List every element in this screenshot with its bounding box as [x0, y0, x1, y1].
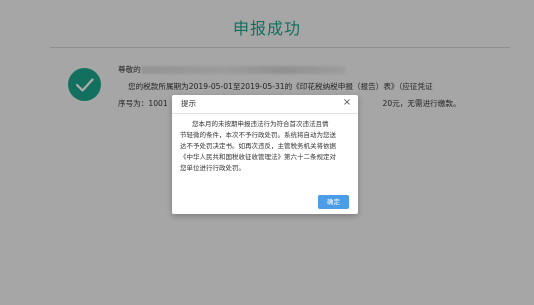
dialog-body-line: 达不予处罚决定书。如再次违反，主管税务机关将依据 — [180, 142, 336, 150]
dialog-body-line: 节轻微的条件，本次不予行政处罚。系统将自动为您送 — [180, 131, 336, 139]
dialog-body-line: 《中华人民共和国税收征收管理法》第六十二条规定对 — [180, 153, 336, 161]
dialog-body-line: 您单位进行行政处罚。 — [180, 164, 245, 172]
confirm-button[interactable]: 确定 — [318, 195, 349, 209]
dialog-title: 提示 — [181, 99, 196, 108]
dialog-body-line: 您本月的未按期申报违法行为符合首次违法且情 — [192, 120, 329, 128]
close-icon[interactable]: × — [340, 96, 354, 110]
dialog-header: 提示 × — [172, 95, 358, 114]
prompt-dialog: 提示 × 您本月的未按期申报违法行为符合首次违法且情 节轻微的条件，本次不予行政… — [172, 95, 358, 214]
